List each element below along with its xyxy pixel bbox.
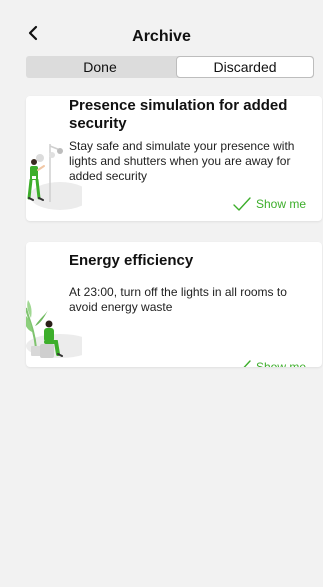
show-me-label: Show me — [255, 197, 306, 211]
header-bar: Archive — [0, 0, 323, 50]
suggestion-card-presence[interactable]: Presence simulation for added security S… — [26, 96, 322, 221]
tab-switcher: Done Discarded — [26, 56, 314, 78]
card-title: Energy efficiency — [69, 252, 194, 269]
card-description: At 23:00, turn off the lights in all roo… — [69, 285, 287, 314]
checkmark-icon — [243, 360, 251, 367]
show-me-button[interactable]: Show me — [232, 358, 306, 367]
card-title: Presence simulation for added security — [69, 97, 288, 132]
show-me-button[interactable]: Show me — [232, 195, 306, 213]
tab-discarded[interactable]: Discarded — [176, 56, 314, 78]
suggestion-card-energy[interactable]: Energy efficiency At 23:00, turn off the… — [26, 242, 322, 367]
checkmark-icon — [233, 197, 251, 211]
show-me-label: Show me — [255, 360, 306, 367]
page-title: Archive — [132, 28, 191, 45]
tab-done[interactable]: Done — [26, 56, 174, 78]
card-description: Stay safe and simulate your presence wit… — [69, 139, 295, 183]
